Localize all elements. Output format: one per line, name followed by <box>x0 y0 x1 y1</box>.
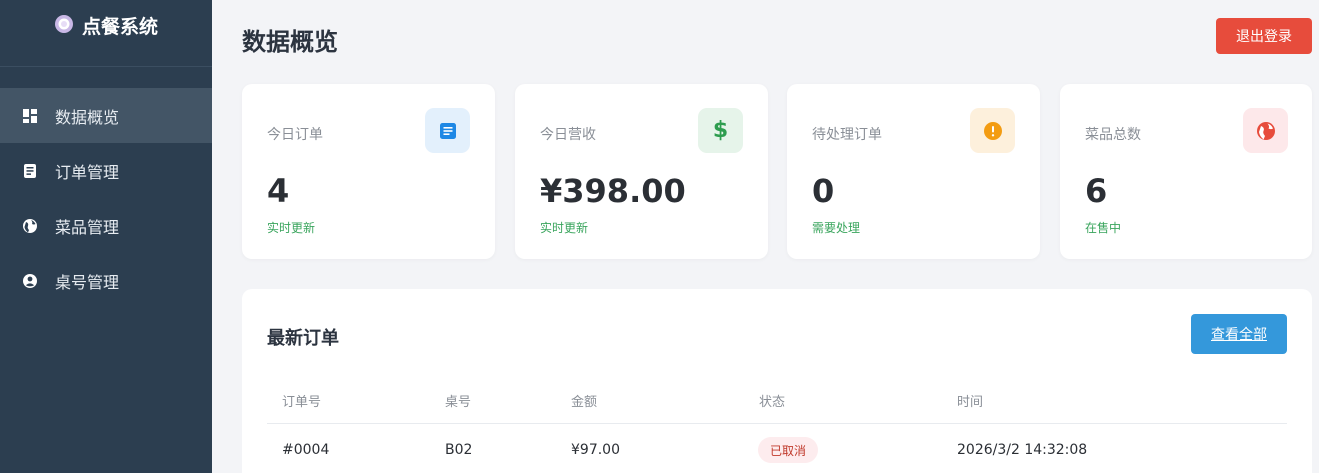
sidebar-item-label: 数据概览 <box>55 107 120 127</box>
logout-button[interactable]: 退出登录 <box>1216 18 1312 54</box>
column-header-amount: 金额 <box>571 395 598 410</box>
stat-card-dish-count: 菜品总数 6 在售中 <box>1060 84 1312 259</box>
status-badge: 已取消 <box>758 437 819 463</box>
stat-card-today-revenue: 今日营收 $ ¥398.00 实时更新 <box>515 84 768 259</box>
document-icon <box>425 108 470 153</box>
column-header-time: 时间 <box>957 395 984 410</box>
stat-note: 实时更新 <box>540 221 589 235</box>
cell-order-no: #0004 <box>282 442 330 458</box>
stat-note: 需要处理 <box>812 221 861 235</box>
column-header-status: 状态 <box>759 395 786 410</box>
globe-icon <box>22 218 38 234</box>
sidebar-item-dishes[interactable]: 菜品管理 <box>0 198 212 253</box>
stat-card-today-orders: 今日订单 4 实时更新 <box>242 84 495 259</box>
view-all-button[interactable]: 查看全部 <box>1191 314 1287 354</box>
page-title: 数据概览 <box>242 28 338 56</box>
stat-label: 待处理订单 <box>812 127 882 143</box>
cell-amount: ¥97.00 <box>571 442 620 458</box>
stat-value: 4 <box>267 172 290 210</box>
stat-value: ¥398.00 <box>540 172 686 210</box>
stat-label: 菜品总数 <box>1085 127 1141 143</box>
cell-table: B02 <box>445 442 473 458</box>
brand-title: 点餐系统 <box>81 16 158 38</box>
alert-icon <box>970 108 1015 153</box>
receipt-icon <box>22 163 38 179</box>
stat-label: 今日营收 <box>540 127 596 143</box>
stat-value: 6 <box>1085 172 1108 210</box>
sidebar-item-label: 菜品管理 <box>55 217 120 237</box>
sidebar-item-orders[interactable]: 订单管理 <box>0 143 212 198</box>
sidebar-item-dashboard[interactable]: 数据概览 <box>0 88 212 143</box>
user-circle-icon <box>22 273 38 289</box>
stat-card-pending-orders: 待处理订单 0 需要处理 <box>787 84 1040 259</box>
sidebar-item-label: 订单管理 <box>55 162 120 182</box>
cell-time: 2026/3/2 14:32:08 <box>957 442 1088 458</box>
latest-orders-panel: 最新订单 查看全部 订单号 桌号 金额 状态 时间 #0004 B02 ¥97.… <box>242 289 1312 473</box>
sidebar-item-label: 桌号管理 <box>55 272 120 292</box>
column-header-table: 桌号 <box>445 395 472 410</box>
sidebar-nav: 数据概览 订单管理 菜品管理 桌号管理 <box>0 88 212 308</box>
stat-note: 实时更新 <box>267 221 316 235</box>
orders-title: 最新订单 <box>267 328 339 349</box>
column-header-order-no: 订单号 <box>282 395 322 410</box>
dashboard-icon <box>22 108 38 124</box>
stat-note: 在售中 <box>1085 221 1122 235</box>
stat-label: 今日订单 <box>267 127 323 143</box>
sidebar-item-tables[interactable]: 桌号管理 <box>0 253 212 308</box>
dollar-icon: $ <box>698 108 743 153</box>
brand: 点餐系统 <box>0 0 212 67</box>
plate-icon <box>54 14 74 34</box>
stat-value: 0 <box>812 172 835 210</box>
sidebar: 点餐系统 数据概览 订单管理 菜品管理 桌号管理 <box>0 0 212 473</box>
globe-icon <box>1243 108 1288 153</box>
table-header-divider <box>267 423 1287 424</box>
